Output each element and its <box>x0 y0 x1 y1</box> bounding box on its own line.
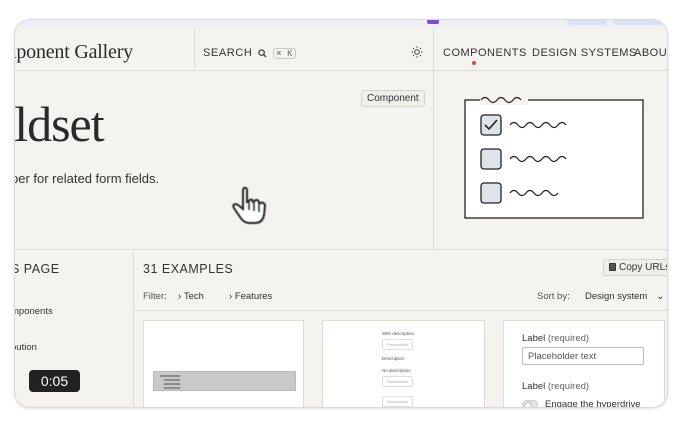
video-timer: 0:05 <box>29 370 80 392</box>
copy-urls-label: Copy URLs <box>619 262 668 273</box>
nav-about[interactable]: ABOUT <box>634 47 667 59</box>
sidebar-item-components[interactable]: mponents <box>15 306 53 317</box>
extension-icon[interactable] <box>427 20 439 24</box>
fieldset-illustration <box>464 95 644 219</box>
toolbar-pill[interactable] <box>613 20 667 25</box>
search-label: SEARCH <box>203 47 253 59</box>
site-header: mponent Gallery SEARCH ⌘ K COMPONENTS DE… <box>15 28 667 71</box>
preview-text: With description <box>382 331 415 336</box>
nav-design-systems[interactable]: DESIGN SYSTEMS <box>532 47 637 59</box>
fieldset-illustration-panel <box>433 71 667 250</box>
preview-line <box>164 387 180 389</box>
search-icon <box>258 48 267 58</box>
filter-tech[interactable]: › Tech <box>178 291 204 302</box>
copy-urls-button[interactable]: Copy URLs <box>603 259 668 276</box>
preview-input: Placeholder <box>382 339 414 350</box>
sort-label: Sort by: <box>537 291 570 302</box>
filter-features-label: Features <box>234 291 273 302</box>
sun-icon[interactable] <box>411 46 423 58</box>
sort-value: Design system <box>585 291 648 302</box>
sidebar-title: S PAGE <box>14 262 60 276</box>
page-title: eldset <box>14 96 105 152</box>
preview-line <box>164 379 180 381</box>
example-card[interactable]: Label (required) Placeholder text Label … <box>503 320 665 408</box>
preview-text: Description <box>382 356 405 361</box>
sidebar-item-contribution[interactable]: bution <box>15 342 37 353</box>
example-card[interactable]: With description Placeholder Description… <box>322 320 485 407</box>
chevron-down-icon: ⌄ <box>656 291 665 302</box>
examples-panel: 31 EXAMPLES Copy URLs Filter: › Tech › F… <box>134 250 668 408</box>
hyperdrive-toggle[interactable] <box>522 400 538 407</box>
component-badge: Component <box>361 90 425 107</box>
divider <box>433 28 434 71</box>
preview-input: Placeholder <box>382 396 414 407</box>
hero-section: Component eldset per for related form fi… <box>15 71 433 250</box>
site-brand[interactable]: mponent Gallery <box>15 41 133 64</box>
filter-tech-label: Tech <box>183 291 204 302</box>
nav-components[interactable]: COMPONENTS <box>443 47 527 59</box>
app-window: mponent Gallery SEARCH ⌘ K COMPONENTS DE… <box>14 19 668 408</box>
required-text: (required) <box>547 333 590 344</box>
active-indicator <box>472 61 476 65</box>
preview-line <box>160 375 180 377</box>
hand-pointer-icon <box>231 186 267 226</box>
example-card[interactable] <box>143 320 304 407</box>
sidebar: S PAGE mponents bution 0:05 <box>14 250 134 407</box>
copy-icon <box>609 263 616 271</box>
search-button[interactable]: SEARCH ⌘ K <box>203 47 296 59</box>
field-label: Label (required) <box>522 381 589 392</box>
preview-input: Placeholder <box>382 376 414 387</box>
label-text: Label <box>522 381 546 392</box>
field-label: Label (required) <box>522 333 589 344</box>
page-description: per for related form fields. <box>14 171 160 186</box>
toggle-label: Engage the hyperdrive <box>545 399 641 408</box>
divider <box>194 28 195 71</box>
placeholder-input[interactable]: Placeholder text <box>522 347 644 365</box>
toolbar-pill[interactable] <box>567 20 607 25</box>
content-area: S PAGE mponents bution 0:05 31 EXAMPLES … <box>14 250 668 408</box>
filter-label: Filter: <box>143 291 167 302</box>
filter-bar: Filter: › Tech › Features Sort by: Desig… <box>134 280 667 311</box>
browser-top-strip <box>15 20 667 28</box>
example-preview <box>153 371 296 391</box>
filter-features[interactable]: › Features <box>229 291 272 302</box>
required-text: (required) <box>547 381 590 392</box>
label-text: Label <box>522 333 546 344</box>
preview-text: No description <box>382 368 411 373</box>
preview-line <box>164 383 180 385</box>
keyboard-shortcut: ⌘ K <box>273 47 296 59</box>
sort-select[interactable]: Design system ⌄ <box>585 291 664 302</box>
examples-count: 31 EXAMPLES <box>143 262 234 276</box>
